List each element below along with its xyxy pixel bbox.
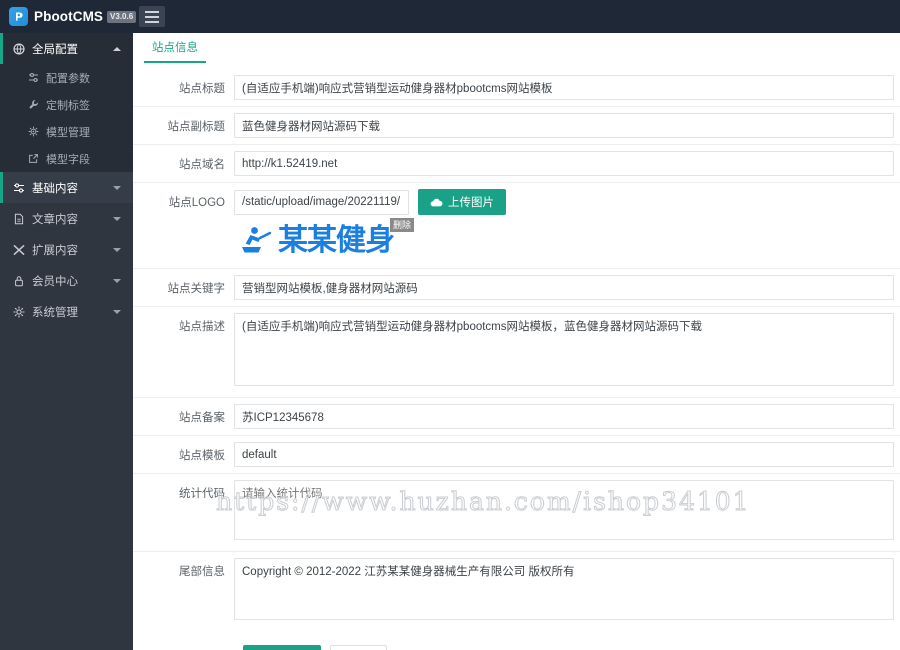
- sidebar-submenu-global-config: 配置参数 定制标签 模型管理 模型字段: [0, 64, 133, 172]
- sidebar-item-label: 扩展内容: [32, 244, 78, 257]
- chevron-down-icon: [113, 185, 121, 190]
- sidebar-item-basic-content[interactable]: 基础内容: [0, 172, 133, 203]
- sidebar: 全局配置 配置参数 定制标签 模型管理 模型字段 基础内容 文章内容 扩展内容 …: [0, 33, 133, 650]
- site-icp-label: 站点备案: [179, 412, 225, 424]
- site-icp-input[interactable]: [234, 404, 894, 429]
- site-statistics-label: 统计代码: [179, 488, 225, 500]
- site-template-input[interactable]: [234, 442, 894, 467]
- brand-block[interactable]: PbootCMS V3.0.6: [0, 0, 137, 33]
- form-row-site-title: 站点标题: [133, 69, 900, 107]
- sidebar-item-extended-content[interactable]: 扩展内容: [0, 234, 133, 265]
- site-statistics-textarea[interactable]: [234, 480, 894, 540]
- brand-name: PbootCMS: [34, 9, 104, 24]
- shuffle-icon: [12, 243, 26, 256]
- sidebar-item-label: 基础内容: [32, 182, 78, 195]
- site-template-label: 站点模板: [179, 450, 225, 462]
- sidebar-item-member-center[interactable]: 会员中心: [0, 265, 133, 296]
- site-footer-textarea[interactable]: Copyright © 2012-2022 江苏某某健身器械生产有限公司 版权所…: [234, 558, 894, 620]
- chevron-down-icon: [113, 309, 121, 314]
- lock-icon: [12, 274, 26, 287]
- submit-button[interactable]: 立即提交: [243, 645, 321, 650]
- form-row-site-statistics: 统计代码: [133, 474, 900, 552]
- site-description-textarea[interactable]: (自适应手机端)响应式营销型运动健身器材pbootcms网站模板，蓝色健身器材网…: [234, 313, 894, 386]
- sidebar-subitem-label: 配置参数: [46, 72, 90, 85]
- tab-bar: 站点信息: [133, 33, 900, 63]
- wrench-icon: [27, 98, 40, 111]
- form-row-site-logo: 站点LOGO 上传图片: [133, 183, 900, 269]
- site-info-form: 站点标题 站点副标题 站点域名 站点LOGO: [133, 63, 900, 650]
- site-subtitle-input[interactable]: [234, 113, 894, 138]
- chevron-up-icon: [113, 46, 121, 51]
- chevron-down-icon: [113, 216, 121, 221]
- sidebar-subitem-label: 模型字段: [46, 153, 90, 166]
- content-area: 站点信息 站点标题 站点副标题 站点域名: [133, 33, 900, 650]
- form-actions: 立即提交 重置: [133, 631, 900, 650]
- site-footer-label: 尾部信息: [179, 566, 225, 578]
- logo-text: 某某健身: [278, 223, 395, 258]
- sidebar-item-label: 会员中心: [32, 275, 78, 288]
- sidebar-item-label: 系统管理: [32, 306, 78, 319]
- site-description-label: 站点描述: [179, 321, 225, 333]
- site-domain-label: 站点域名: [179, 159, 225, 171]
- form-row-site-template: 站点模板: [133, 436, 900, 474]
- logo-preview[interactable]: 某某健身 删除: [234, 218, 414, 260]
- chevron-down-icon: [113, 247, 121, 252]
- cloud-upload-icon: [430, 198, 443, 206]
- sliders-icon: [27, 71, 40, 84]
- site-keywords-input[interactable]: [234, 275, 894, 300]
- delete-logo-badge[interactable]: 删除: [389, 218, 414, 232]
- chevron-down-icon: [113, 278, 121, 283]
- sidebar-item-label: 文章内容: [32, 213, 78, 226]
- top-bar: PbootCMS V3.0.6: [0, 0, 900, 33]
- sidebar-subitem-config-params[interactable]: 配置参数: [0, 64, 133, 91]
- sidebar-item-article-content[interactable]: 文章内容: [0, 203, 133, 234]
- file-icon: [12, 212, 26, 225]
- site-title-input[interactable]: [234, 75, 894, 100]
- form-row-site-keywords: 站点关键字: [133, 269, 900, 307]
- site-keywords-label: 站点关键字: [167, 283, 226, 295]
- form-row-site-icp: 站点备案: [133, 398, 900, 436]
- sidebar-subitem-custom-tags[interactable]: 定制标签: [0, 91, 133, 118]
- sidebar-item-global-config[interactable]: 全局配置: [0, 33, 133, 64]
- rowing-machine-icon: [242, 227, 272, 253]
- sidebar-item-label: 全局配置: [32, 43, 78, 56]
- crosshair-icon: [27, 125, 40, 138]
- upload-image-button[interactable]: 上传图片: [418, 189, 506, 215]
- version-badge: V3.0.6: [107, 10, 137, 23]
- sidebar-subitem-model-fields[interactable]: 模型字段: [0, 145, 133, 172]
- logo-upload-line: 上传图片: [234, 189, 894, 215]
- site-subtitle-label: 站点副标题: [167, 121, 226, 133]
- form-row-site-domain: 站点域名: [133, 145, 900, 183]
- site-title-label: 站点标题: [179, 83, 225, 95]
- form-row-site-footer: 尾部信息 Copyright © 2012-2022 江苏某某健身器械生产有限公…: [133, 552, 900, 631]
- admin-page: PbootCMS V3.0.6 全局配置 配置参数 定制标签 模型管理 模型字段…: [0, 0, 900, 650]
- gear-icon: [12, 305, 26, 318]
- hamburger-icon[interactable]: [139, 6, 165, 27]
- globe-icon: [12, 42, 26, 55]
- site-logo-label: 站点LOGO: [168, 197, 225, 209]
- upload-image-label: 上传图片: [448, 197, 494, 209]
- form-row-site-subtitle: 站点副标题: [133, 107, 900, 145]
- pboot-p-logo-icon: [9, 7, 28, 26]
- sidebar-item-system-manage[interactable]: 系统管理: [0, 296, 133, 327]
- site-domain-input[interactable]: [234, 151, 894, 176]
- site-logo-path-input[interactable]: [234, 189, 409, 215]
- reset-button[interactable]: 重置: [330, 645, 387, 650]
- logo-artwork: 某某健身: [234, 222, 395, 260]
- sliders-icon: [12, 181, 26, 194]
- external-link-icon: [27, 152, 40, 165]
- sidebar-subitem-label: 定制标签: [46, 99, 90, 112]
- sidebar-subitem-model-manage[interactable]: 模型管理: [0, 118, 133, 145]
- tab-site-info[interactable]: 站点信息: [144, 39, 206, 63]
- form-row-site-description: 站点描述 (自适应手机端)响应式营销型运动健身器材pbootcms网站模板，蓝色…: [133, 307, 900, 398]
- sidebar-subitem-label: 模型管理: [46, 126, 90, 139]
